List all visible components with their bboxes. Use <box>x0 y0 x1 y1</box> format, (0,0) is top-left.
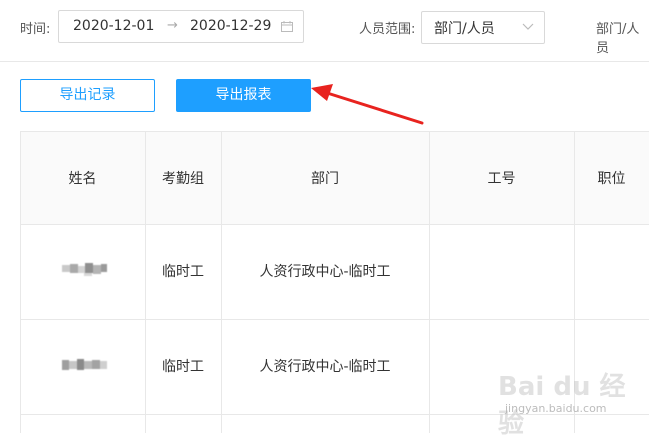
export-records-button[interactable]: 导出记录 <box>20 79 155 112</box>
watermark-url: jingyan.baidu.com <box>505 402 607 415</box>
column-header-name[interactable]: 姓名 <box>20 168 145 188</box>
date-end[interactable]: 2020-12-29 <box>190 18 271 34</box>
scope-label: 人员范围: <box>359 22 416 37</box>
export-report-button[interactable]: 导出报表 <box>176 79 311 112</box>
range-arrow-icon: → <box>167 18 178 33</box>
extra-scope-label: 部门/人员 <box>596 22 640 56</box>
column-header-position[interactable]: 职位 <box>574 168 649 188</box>
date-start[interactable]: 2020-12-01 <box>73 18 154 34</box>
date-range-picker[interactable]: 2020-12-01 → 2020-12-29 <box>58 10 304 43</box>
column-header-employee-id[interactable]: 工号 <box>429 168 574 188</box>
table-row[interactable]: 临时工 人资行政中心-临时工 <box>20 225 649 319</box>
row-department: 人资行政中心-临时工 <box>259 264 391 280</box>
row-department: 人资行政中心-临时工 <box>259 359 391 375</box>
scope-select[interactable]: 部门/人员 <box>421 11 545 44</box>
redacted-name-image <box>62 359 107 370</box>
row-group: 临时工 <box>162 359 204 375</box>
calendar-icon[interactable] <box>281 21 293 32</box>
scope-select-value: 部门/人员 <box>434 21 495 37</box>
annotation-arrow-icon <box>311 84 424 125</box>
chevron-down-icon <box>522 23 534 30</box>
column-header-group[interactable]: 考勤组 <box>145 168 221 188</box>
column-header-department[interactable]: 部门 <box>221 168 429 188</box>
redacted-name-image <box>62 263 107 276</box>
row-group: 临时工 <box>162 264 204 280</box>
time-label: 时间: <box>20 22 51 37</box>
filter-divider <box>0 61 649 62</box>
